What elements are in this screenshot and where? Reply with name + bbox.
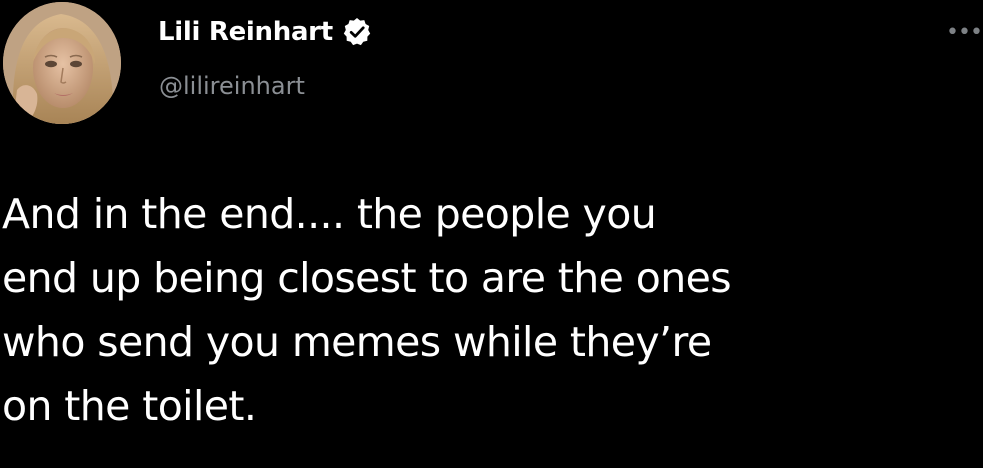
author-handle[interactable]: @lilireinhart bbox=[159, 72, 305, 100]
author-name-row: Lili Reinhart bbox=[158, 13, 373, 51]
verified-badge-icon bbox=[343, 18, 371, 46]
tweet-text: And in the end.... the people you end up… bbox=[2, 190, 732, 430]
avatar-illustration bbox=[3, 2, 121, 124]
more-options-icon[interactable]: ••• bbox=[946, 22, 983, 44]
tweet-card: Lili Reinhart @lilireinhart ••• And in t… bbox=[0, 0, 983, 468]
author-display-name[interactable]: Lili Reinhart bbox=[158, 17, 333, 47]
profile-photo[interactable] bbox=[3, 2, 121, 124]
